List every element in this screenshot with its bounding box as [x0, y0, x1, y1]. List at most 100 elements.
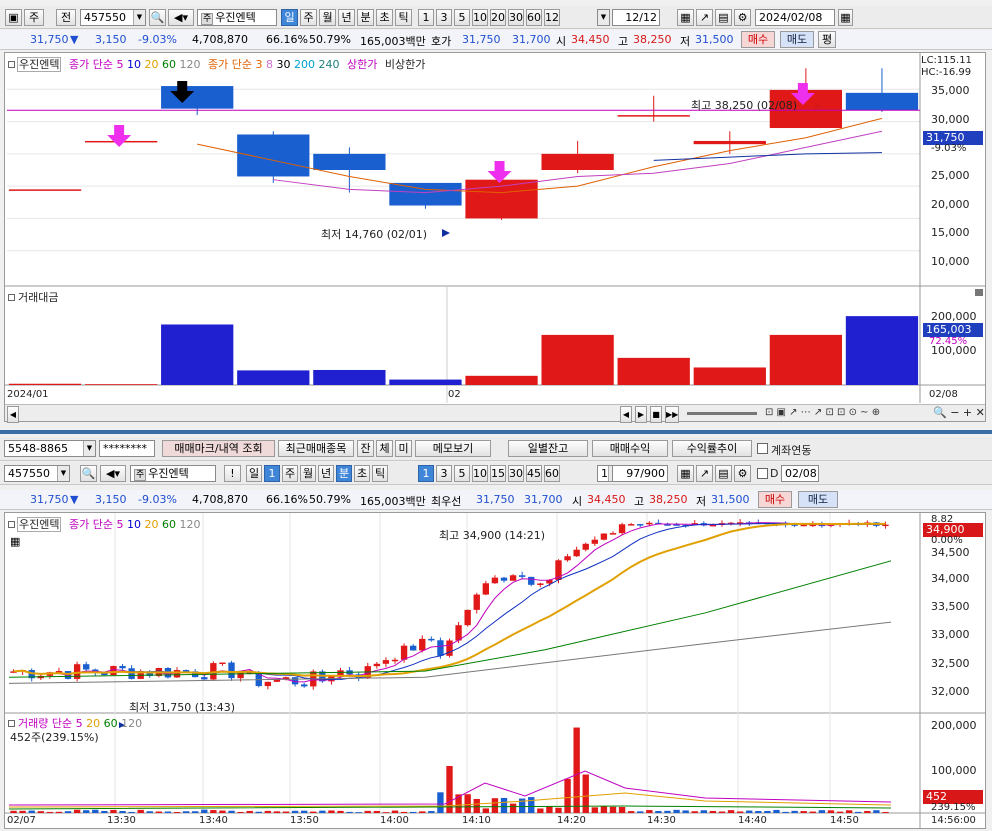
period-button-2[interactable]: 주 [282, 465, 298, 482]
period-button-1[interactable]: 1 [264, 465, 280, 482]
period-button-6[interactable]: 60 [526, 9, 542, 26]
search-icon[interactable]: 🔍 [80, 465, 97, 482]
filled-button[interactable]: 체 [376, 440, 393, 457]
table-icon[interactable]: ▦ [10, 535, 20, 548]
period-button-7[interactable]: 120 [544, 9, 560, 26]
prev-button[interactable]: 전 [56, 9, 76, 26]
stock-name-field[interactable]: 주 우진엔텍 [197, 9, 277, 26]
volume-bar [646, 810, 653, 813]
d-checkbox[interactable] [757, 468, 768, 479]
grid-icon[interactable]: ▦ [677, 465, 694, 482]
zoom-icons[interactable]: 🔍 − + ✕ [933, 406, 985, 419]
sell-button[interactable]: 매도 [798, 491, 838, 508]
daily-balance-button[interactable]: 일별잔고 [508, 440, 588, 457]
password-field[interactable]: ******** [99, 440, 155, 457]
sell-button[interactable]: 매도 [780, 31, 814, 48]
volume-bar [591, 807, 598, 813]
period-button-1[interactable]: 주 [300, 9, 317, 26]
play-icon[interactable]: ▶ [635, 406, 647, 423]
code-input-2[interactable]: 457550 ▼ [4, 465, 70, 482]
period-button-5[interactable]: 분 [336, 465, 352, 482]
period-button-5[interactable]: 30 [508, 465, 524, 482]
save-icon[interactable]: ▤ [715, 9, 732, 26]
period-button-4[interactable]: 15 [490, 465, 506, 482]
scroll-left-icon[interactable]: ◀ [7, 406, 19, 423]
period-button-0[interactable]: 일 [281, 9, 298, 26]
minute-candle-chart[interactable] [5, 513, 985, 828]
period-button-5[interactable]: 초 [376, 9, 393, 26]
candle-body [382, 660, 390, 664]
market-button[interactable]: 주 [24, 9, 44, 26]
daily-candle-chart[interactable] [5, 53, 985, 421]
balance-button[interactable]: 잔 [357, 440, 374, 457]
x-label: 13:50 [290, 815, 319, 826]
calendar-icon[interactable]: ▦ [838, 9, 853, 26]
x-label: 02/08 [929, 389, 958, 400]
period-button-3[interactable]: 년 [338, 9, 355, 26]
count-field[interactable]: 12/12 [612, 9, 660, 26]
period-button-0[interactable]: 일 [246, 465, 262, 482]
drawing-tools-icon[interactable]: ⊡ ▣ ↗ ⋯ ↗ ⊡ ⊡ ⊙ ∼ ⊕ [765, 407, 880, 418]
chevron-down-icon[interactable]: ▼ [133, 10, 145, 25]
memo-button[interactable]: 메모보기 [415, 440, 491, 457]
sound-icon[interactable]: ◀▾ [100, 465, 126, 482]
buy-button[interactable]: 매수 [758, 491, 792, 508]
gear-icon[interactable]: ⚙ [734, 465, 751, 482]
period-button-4[interactable]: 분 [357, 9, 374, 26]
period-button-2[interactable]: 월 [319, 9, 336, 26]
candle-body [8, 189, 82, 191]
date-field-2[interactable]: 02/08 [781, 465, 819, 482]
period-button-4[interactable]: 20 [490, 9, 506, 26]
code-input[interactable]: 457550 ▼ [80, 9, 146, 26]
zoom-slider[interactable] [687, 412, 757, 415]
grid-icon[interactable]: ▦ [677, 9, 694, 26]
low-label: 저 [680, 35, 691, 48]
eval-button[interactable]: 평 [818, 31, 836, 48]
period-button-6[interactable]: 초 [354, 465, 370, 482]
period-button-2[interactable]: 5 [454, 9, 470, 26]
period-select[interactable]: ▼ [597, 9, 610, 26]
save-icon[interactable]: ▤ [715, 465, 732, 482]
period-button-3[interactable]: 10 [472, 465, 488, 482]
recent-trades-button[interactable]: 최근매매종목 [278, 440, 354, 457]
step-back-icon[interactable]: ◀ [620, 406, 632, 423]
chart-icon[interactable]: ↗ [696, 9, 713, 26]
unfilled-button[interactable]: 미 [395, 440, 412, 457]
buy-button[interactable]: 매수 [741, 31, 775, 48]
period-button-7[interactable]: 틱 [372, 465, 388, 482]
period-button-0[interactable]: 1 [418, 465, 434, 482]
period-button-0[interactable]: 1 [418, 9, 434, 26]
gear-icon[interactable]: ⚙ [734, 9, 751, 26]
count-field-2[interactable]: 97/900 [612, 465, 668, 482]
window-icon[interactable]: ▣ [5, 9, 22, 26]
alert-icon[interactable]: ! [224, 465, 241, 482]
period-button-1[interactable]: 3 [436, 9, 452, 26]
account-link-checkbox[interactable] [757, 443, 768, 454]
fast-forward-icon[interactable]: ▶▶ [665, 406, 679, 423]
period-button-2[interactable]: 5 [454, 465, 470, 482]
chart-icon[interactable]: ↗ [696, 465, 713, 482]
period-button-3[interactable]: 월 [300, 465, 316, 482]
period-button-6[interactable]: 틱 [395, 9, 412, 26]
period-button-5[interactable]: 30 [508, 9, 524, 26]
stop-icon[interactable]: ■ [650, 406, 662, 423]
volume: 4,708,870 [192, 493, 248, 506]
sound-icon[interactable]: ◀▾ [168, 9, 194, 26]
candle-body [528, 576, 535, 585]
period-button-6[interactable]: 45 [526, 465, 542, 482]
period-button-3[interactable]: 10 [472, 9, 488, 26]
period-button-7[interactable]: 60 [544, 465, 560, 482]
trade-mark-button[interactable]: 매매마크/내역 조회 [162, 440, 275, 457]
yield-trend-button[interactable]: 수익률추이 [672, 440, 752, 457]
period-button-4[interactable]: 년 [318, 465, 334, 482]
date-field[interactable]: 2024/02/08 [755, 9, 835, 26]
volume-bar [693, 367, 766, 385]
stock-name-field-2[interactable]: 주 우진엔텍 [130, 465, 216, 482]
volume-bar [119, 811, 126, 813]
candle-body [473, 594, 480, 610]
profit-button[interactable]: 매매수익 [592, 440, 668, 457]
period-button-1[interactable]: 3 [436, 465, 452, 482]
search-icon[interactable]: 🔍 [149, 9, 166, 26]
account-select[interactable]: 5548-8865 ▼ [4, 440, 96, 457]
candle-body [173, 670, 181, 678]
